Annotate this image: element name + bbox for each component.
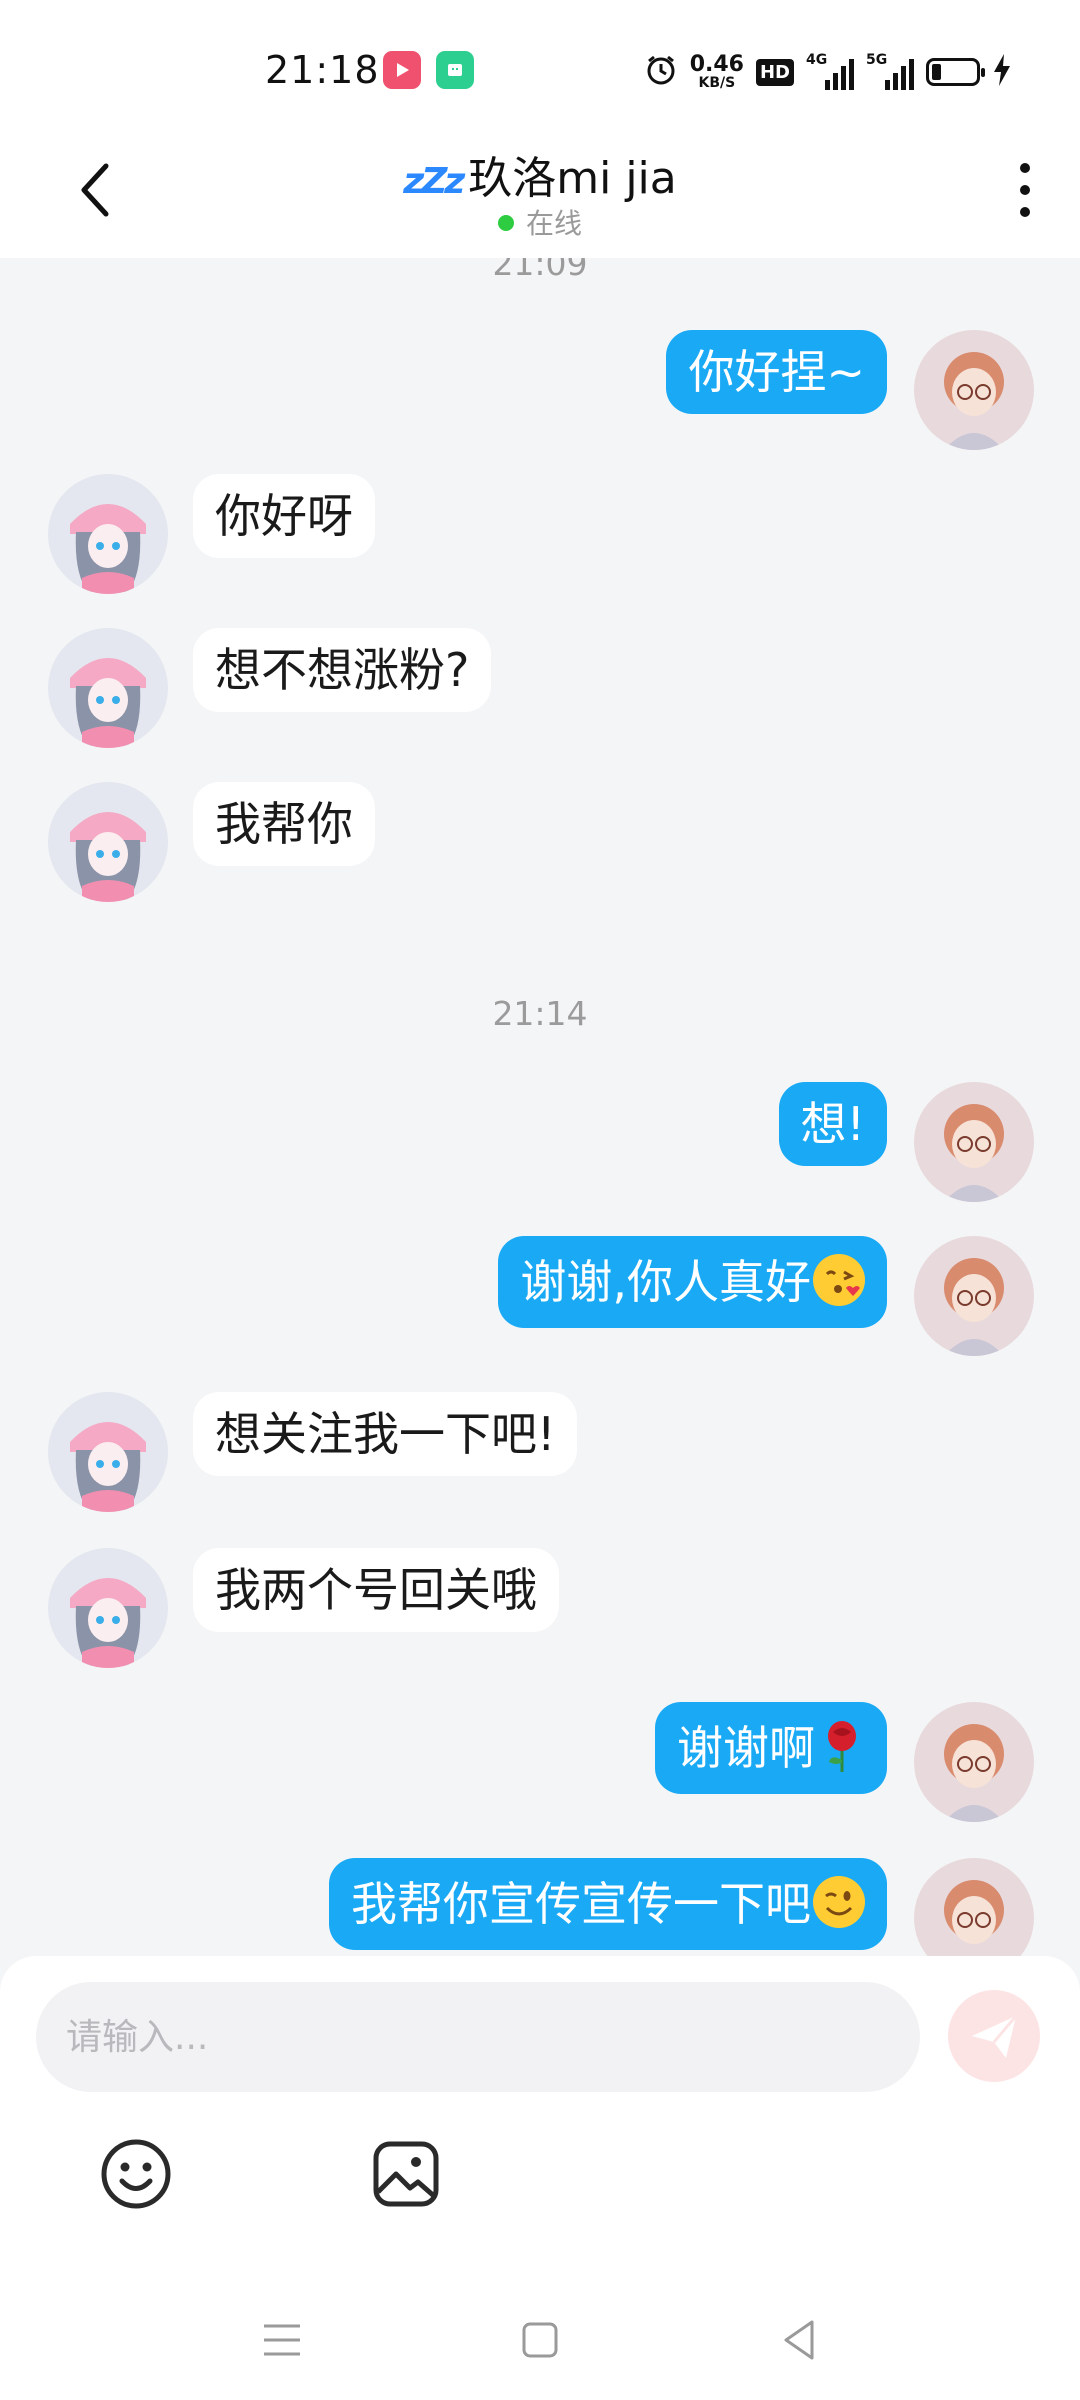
my-avatar[interactable] — [914, 330, 1034, 450]
square-icon — [522, 2322, 558, 2358]
status-bar: 21:18 0.46 KB/S HD 4G 5G — [0, 0, 1080, 130]
message-bubble[interactable]: 我帮你 — [193, 782, 375, 866]
message-incoming: 我两个号回关哦 — [0, 1548, 1080, 1678]
market-app-icon — [436, 51, 474, 89]
alarm-icon — [644, 53, 678, 91]
chat-header: zZz 玖洛mi jia 在线 — [0, 130, 1080, 258]
my-avatar[interactable] — [914, 1082, 1034, 1202]
message-incoming: 我帮你 — [0, 782, 1080, 912]
contact-avatar[interactable] — [48, 1392, 168, 1512]
message-bubble[interactable]: 你好捏~ — [666, 330, 887, 414]
online-dot-icon — [497, 215, 514, 231]
contact-avatar[interactable] — [48, 1548, 168, 1668]
message-outgoing: 想! — [0, 1082, 1080, 1212]
presence-text: 在线 — [525, 207, 582, 240]
presence-status: 在线 — [0, 202, 1080, 242]
message-incoming: 你好呀 — [0, 474, 1080, 604]
emoji-button[interactable] — [98, 2136, 174, 2212]
paper-plane-icon — [972, 2015, 1018, 2058]
message-outgoing: 谢谢啊 — [0, 1702, 1080, 1832]
message-text: 谢谢,你人真好 — [520, 1255, 811, 1309]
hd-voice-badge: HD — [755, 58, 794, 86]
message-text: 我帮你宣传宣传一下吧 — [351, 1877, 811, 1931]
message-bubble[interactable]: 你好呀 — [193, 474, 375, 558]
status-icons: 0.46 KB/S HD 4G 5G — [644, 50, 1012, 94]
message-outgoing: 我帮你宣传宣传一下吧 — [0, 1858, 1080, 1958]
network-speed: 0.46 KB/S — [689, 52, 744, 91]
charging-bolt-icon — [992, 53, 1012, 91]
contact-name: 玖洛mi jia — [468, 153, 677, 204]
rose-emoji-icon — [819, 1718, 865, 1774]
timestamp: 21:09 — [492, 258, 588, 283]
menu-lines-icon — [264, 2324, 300, 2356]
message-bubble[interactable]: 我两个号回关哦 — [193, 1548, 559, 1632]
message-outgoing: 你好捏~ — [0, 330, 1080, 460]
message-bubble[interactable]: 想! — [778, 1082, 887, 1166]
back-nav-button[interactable] — [770, 2310, 830, 2370]
message-outgoing: 谢谢,你人真好 — [0, 1236, 1080, 1366]
network-speed-unit: KB/S — [698, 75, 736, 91]
message-bubble[interactable]: 想关注我一下吧! — [193, 1392, 578, 1476]
message-input[interactable] — [36, 1982, 920, 2092]
network-speed-value: 0.46 — [689, 52, 744, 77]
message-incoming: 想不想涨粉? — [0, 628, 1080, 758]
status-time: 21:18 — [265, 48, 380, 92]
message-bubble[interactable]: 谢谢,你人真好 — [498, 1236, 887, 1328]
my-avatar[interactable] — [914, 1858, 1034, 1958]
triangle-back-icon — [784, 2320, 814, 2360]
signal-4g-icon: 4G — [806, 52, 854, 90]
message-incoming: 想关注我一下吧! — [0, 1392, 1080, 1522]
my-avatar[interactable] — [914, 1702, 1034, 1822]
contact-title[interactable]: zZz 玖洛mi jia — [0, 142, 1080, 206]
system-navigation-bar — [0, 2280, 1080, 2400]
recents-button[interactable] — [252, 2310, 312, 2370]
home-button[interactable] — [510, 2310, 570, 2370]
more-options-button[interactable] — [1000, 154, 1050, 226]
smiley-icon — [101, 2139, 171, 2209]
message-text: 谢谢啊 — [677, 1721, 815, 1775]
send-button[interactable] — [948, 1990, 1040, 2082]
sleep-zzz-icon: zZz — [403, 161, 465, 202]
battery-charging-icon — [926, 58, 985, 86]
video-app-icon — [383, 51, 421, 89]
message-bubble[interactable]: 我帮你宣传宣传一下吧 — [329, 1858, 887, 1950]
my-avatar[interactable] — [914, 1236, 1034, 1356]
contact-avatar[interactable] — [48, 628, 168, 748]
timestamp: 21:14 — [492, 994, 588, 1033]
wink-face-emoji-icon — [813, 1876, 865, 1928]
message-bubble[interactable]: 想不想涨粉? — [193, 628, 492, 712]
contact-avatar[interactable] — [48, 474, 168, 594]
kiss-face-emoji-icon — [813, 1254, 865, 1306]
signal-5g-icon: 5G — [866, 52, 914, 90]
more-vertical-icon — [1020, 163, 1030, 217]
message-list[interactable]: 21:09 你好捏~ 你好呀 想不想涨粉? 我帮你 21:14 想! 谢谢,你人… — [0, 258, 1080, 1958]
image-icon — [373, 2141, 439, 2207]
image-button[interactable] — [368, 2136, 444, 2212]
message-bubble[interactable]: 谢谢啊 — [655, 1702, 887, 1794]
contact-avatar[interactable] — [48, 782, 168, 902]
